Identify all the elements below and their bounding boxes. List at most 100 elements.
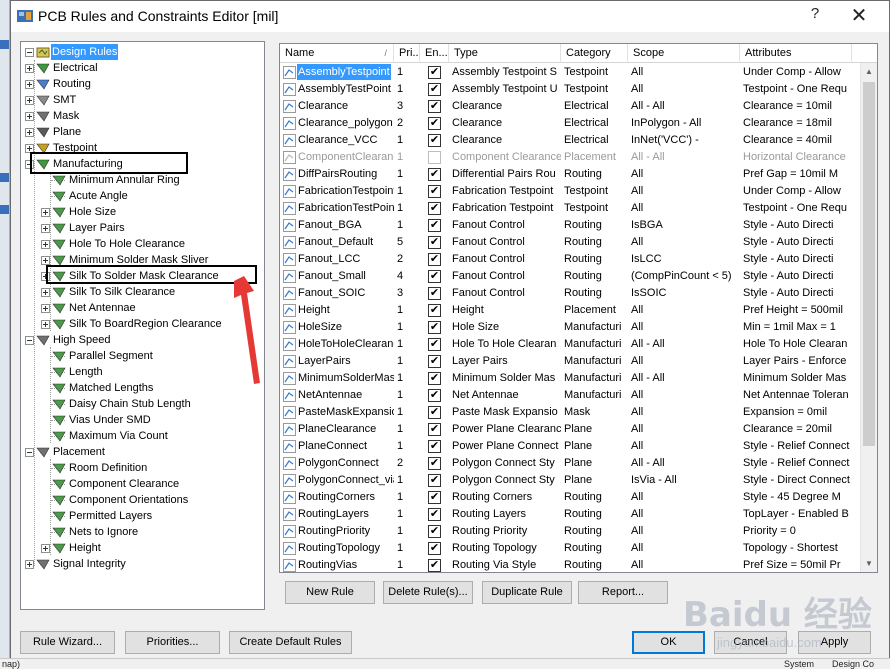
duplicate-rule-button[interactable]: Duplicate Rule: [482, 581, 572, 604]
scroll-thumb[interactable]: [863, 82, 875, 446]
rule-enabled-cell[interactable]: ✔: [420, 234, 449, 251]
expand-icon[interactable]: [41, 208, 50, 217]
rule-name-cell[interactable]: PlaneClearance: [280, 421, 394, 438]
rule-enabled-cell[interactable]: ✔: [420, 115, 449, 132]
rule-name-cell[interactable]: RoutingTopology: [280, 540, 394, 557]
checked-checkbox-icon[interactable]: ✔: [428, 287, 441, 300]
rule-row[interactable]: PlaneClearance 1 ✔ Power Plane Clearanc Plan…: [280, 421, 852, 438]
rule-row[interactable]: ComponentClearance1 Component ClearancePl…: [280, 149, 852, 166]
rule-enabled-cell[interactable]: ✔: [420, 455, 449, 472]
tree-item-hole-size[interactable]: Hole Size: [21, 204, 261, 220]
rules-grid[interactable]: Name / Pri... En... Type Category Scope A…: [279, 43, 878, 573]
expand-icon[interactable]: [41, 240, 50, 249]
checked-checkbox-icon[interactable]: ✔: [428, 134, 441, 147]
rule-name-cell[interactable]: Clearance: [280, 98, 394, 115]
rule-row[interactable]: RoutingLayers 1 ✔ Routing Layers Routing All T…: [280, 506, 852, 523]
tree-item-nets-to-ignore[interactable]: Nets to Ignore: [21, 524, 261, 540]
checked-checkbox-icon[interactable]: ✔: [428, 270, 441, 283]
collapse-icon[interactable]: [25, 48, 34, 57]
rule-name-cell[interactable]: RoutingVias: [280, 557, 394, 572]
expand-icon[interactable]: [25, 80, 34, 89]
new-rule-button[interactable]: New Rule: [285, 581, 375, 604]
checked-checkbox-icon[interactable]: ✔: [428, 83, 441, 96]
rule-row[interactable]: Clearance 3 ✔ Clearance Electrical All - All C…: [280, 98, 852, 115]
expand-icon[interactable]: [25, 112, 34, 121]
rule-name-cell[interactable]: PolygonConnect_via: [280, 472, 394, 489]
checked-checkbox-icon[interactable]: ✔: [428, 168, 441, 181]
tree-item-placement[interactable]: Placement: [21, 444, 261, 460]
expand-icon[interactable]: [41, 320, 50, 329]
checked-checkbox-icon[interactable]: ✔: [428, 372, 441, 385]
rule-row[interactable]: RoutingTopology 1 ✔ Routing Topology Routing…: [280, 540, 852, 557]
rule-row[interactable]: PasteMaskExpansion 1 ✔ Paste Mask Expansio M…: [280, 404, 852, 421]
rule-row[interactable]: Fanout_BGA 1 ✔ Fanout Control Routing IsBGA St…: [280, 217, 852, 234]
rule-enabled-cell[interactable]: ✔: [420, 506, 449, 523]
tree-item-room-definition[interactable]: Room Definition: [21, 460, 261, 476]
rule-row[interactable]: RoutingCorners 1 ✔ Routing Corners Routing Al…: [280, 489, 852, 506]
checked-checkbox-icon[interactable]: ✔: [428, 253, 441, 266]
rule-name-cell[interactable]: FabricationTestpoint: [280, 183, 394, 200]
rule-enabled-cell[interactable]: ✔: [420, 353, 449, 370]
checked-checkbox-icon[interactable]: ✔: [428, 185, 441, 198]
tree-item-minimum-annular-ring[interactable]: Minimum Annular Ring: [21, 172, 261, 188]
rule-wizard-button[interactable]: Rule Wizard...: [20, 631, 115, 654]
cancel-button[interactable]: Cancel: [714, 631, 787, 654]
checked-checkbox-icon[interactable]: ✔: [428, 559, 441, 572]
rule-enabled-cell[interactable]: ✔: [420, 438, 449, 455]
checked-checkbox-icon[interactable]: ✔: [428, 457, 441, 470]
rule-name-cell[interactable]: DiffPairsRouting: [280, 166, 394, 183]
checked-checkbox-icon[interactable]: ✔: [428, 100, 441, 113]
rule-name-cell[interactable]: PolygonConnect: [280, 455, 394, 472]
scroll-down-arrow-icon[interactable]: ▼: [861, 555, 877, 572]
rule-row[interactable]: HoleToHoleClearance1 ✔ Hole To Hole Cleara…: [280, 336, 852, 353]
rule-name-cell[interactable]: Fanout_BGA: [280, 217, 394, 234]
rule-row[interactable]: Clearance_VCC 1 ✔ Clearance Electrical InNet(…: [280, 132, 852, 149]
rule-row[interactable]: Fanout_Default 5 ✔ Fanout Control Routing All…: [280, 234, 852, 251]
rule-name-cell[interactable]: Fanout_Default: [280, 234, 394, 251]
rule-name-cell[interactable]: Clearance_polygon: [280, 115, 394, 132]
rule-enabled-cell[interactable]: ✔: [420, 523, 449, 540]
checked-checkbox-icon[interactable]: ✔: [428, 202, 441, 215]
collapse-icon[interactable]: [25, 448, 34, 457]
rule-name-cell[interactable]: LayerPairs: [280, 353, 394, 370]
checked-checkbox-icon[interactable]: ✔: [428, 355, 441, 368]
expand-icon[interactable]: [41, 224, 50, 233]
scroll-up-arrow-icon[interactable]: ▲: [861, 63, 877, 80]
tree-item-height[interactable]: Height: [21, 540, 261, 556]
rule-row[interactable]: AssemblyTestpoint 1 ✔ Assembly Testpoint S T…: [280, 64, 852, 81]
column-header-enabled[interactable]: En...: [420, 44, 449, 63]
column-header-attributes[interactable]: Attributes: [740, 44, 852, 63]
rule-enabled-cell[interactable]: ✔: [420, 302, 449, 319]
rule-row[interactable]: Fanout_LCC 2 ✔ Fanout Control Routing IsLCC St…: [280, 251, 852, 268]
tree-item-electrical[interactable]: Electrical: [21, 60, 261, 76]
rule-enabled-cell[interactable]: ✔: [420, 489, 449, 506]
rule-row[interactable]: PlaneConnect 1 ✔ Power Plane Connect Plane Al…: [280, 438, 852, 455]
checked-checkbox-icon[interactable]: ✔: [428, 117, 441, 130]
rule-enabled-cell[interactable]: ✔: [420, 557, 449, 572]
rule-name-cell[interactable]: Fanout_LCC: [280, 251, 394, 268]
rule-name-cell[interactable]: Fanout_Small: [280, 268, 394, 285]
rule-name-cell[interactable]: MinimumSolderMaskSliver: [280, 370, 394, 387]
rule-enabled-cell[interactable]: ✔: [420, 251, 449, 268]
tree-item-routing[interactable]: Routing: [21, 76, 261, 92]
rule-row[interactable]: Clearance_polygon 2 ✔ Clearance Electrical In…: [280, 115, 852, 132]
rule-name-cell[interactable]: HoleToHoleClearance: [280, 336, 394, 353]
column-header-scope[interactable]: Scope: [628, 44, 740, 63]
rule-enabled-cell[interactable]: ✔: [420, 387, 449, 404]
checked-checkbox-icon[interactable]: ✔: [428, 66, 441, 79]
grid-vertical-scrollbar[interactable]: ▲ ▼: [860, 63, 877, 572]
rule-row[interactable]: RoutingVias 1 ✔ Routing Via Style Routing All…: [280, 557, 852, 572]
rule-name-cell[interactable]: ComponentClearance: [280, 149, 394, 166]
rule-row[interactable]: RoutingPriority 1 ✔ Routing Priority Routing…: [280, 523, 852, 540]
rule-row[interactable]: Fanout_SOIC 3 ✔ Fanout Control Routing IsSOIC…: [280, 285, 852, 302]
rule-enabled-cell[interactable]: ✔: [420, 370, 449, 387]
rule-row[interactable]: PolygonConnect_via 1 ✔ Polygon Connect Sty P…: [280, 472, 852, 489]
rule-enabled-cell[interactable]: ✔: [420, 404, 449, 421]
rule-enabled-cell[interactable]: ✔: [420, 166, 449, 183]
rule-name-cell[interactable]: RoutingCorners: [280, 489, 394, 506]
delete-rule-button[interactable]: Delete Rule(s)...: [383, 581, 473, 604]
rule-name-cell[interactable]: AssemblyTestpoint: [280, 64, 394, 81]
rule-row[interactable]: DiffPairsRouting 1 ✔ Differential Pairs Rou…: [280, 166, 852, 183]
apply-button[interactable]: Apply: [798, 631, 871, 654]
rule-name-cell[interactable]: Clearance_VCC: [280, 132, 394, 149]
